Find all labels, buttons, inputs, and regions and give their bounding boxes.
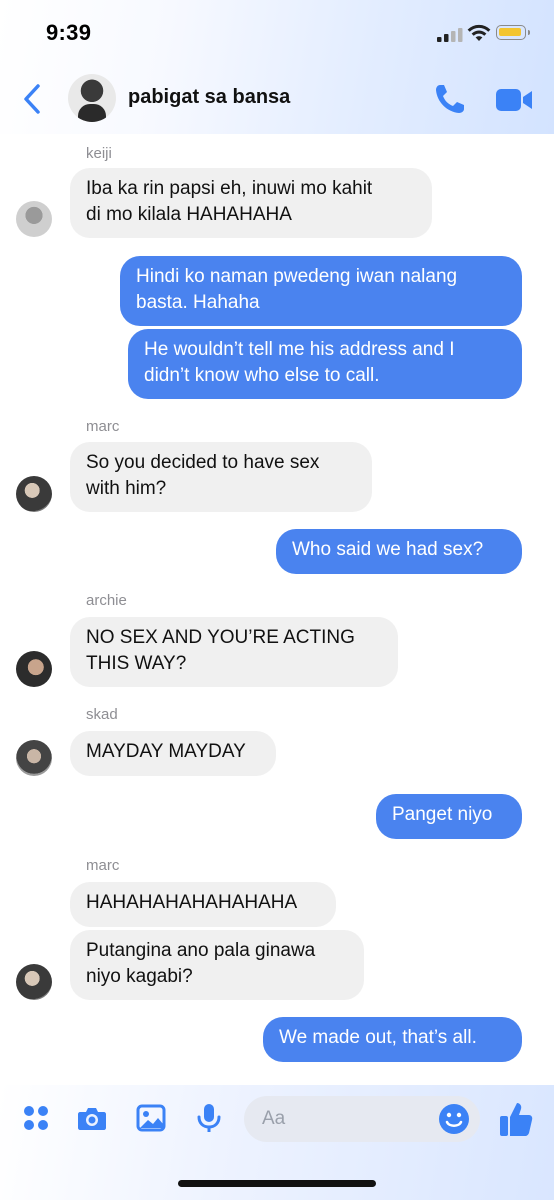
camera-icon[interactable]	[76, 1102, 108, 1134]
message-bubble-outgoing[interactable]: Panget niyo	[376, 794, 522, 839]
message-bubble-outgoing[interactable]: We made out, that’s all.	[263, 1017, 522, 1062]
video-icon[interactable]	[494, 86, 534, 114]
chat-title[interactable]: pabigat sa bansa	[128, 86, 290, 109]
message-bubble-incoming[interactable]: Iba ka rin papsi eh, inuwi mo kahit di m…	[70, 168, 432, 238]
status-time: 9:39	[46, 20, 92, 45]
phone-icon[interactable]	[433, 82, 467, 116]
sender-avatar[interactable]	[16, 740, 52, 776]
sender-avatar[interactable]	[16, 476, 52, 512]
home-indicator	[178, 1180, 376, 1187]
back-icon[interactable]	[20, 82, 46, 116]
image-icon[interactable]	[135, 1102, 167, 1134]
message-bubble-incoming[interactable]: HAHAHAHAHAHAHAHA	[70, 882, 336, 927]
message-bubble-outgoing[interactable]: He wouldn’t tell me his address and I di…	[128, 329, 522, 399]
emoji-icon[interactable]	[438, 1103, 470, 1135]
message-bubble-outgoing[interactable]: Who said we had sex?	[276, 529, 522, 574]
battery-icon	[496, 25, 530, 40]
sender-avatar[interactable]	[16, 201, 52, 237]
sender-avatar[interactable]	[16, 651, 52, 687]
message-bubble-incoming[interactable]: MAYDAY MAYDAY	[70, 731, 276, 776]
sender-avatar[interactable]	[16, 964, 52, 1000]
wifi-icon	[467, 24, 491, 41]
message-bubble-incoming[interactable]: NO SEX AND YOU’RE ACTING THIS WAY?	[70, 617, 398, 687]
message-bubble-incoming[interactable]: Putangina ano pala ginawa niyo kagabi?	[70, 930, 364, 1000]
chat-avatar[interactable]	[68, 74, 116, 122]
cellular-signal-icon	[437, 28, 463, 42]
sender-name: keiji	[86, 145, 112, 162]
message-bubble-incoming[interactable]: So you decided to have sex with him?	[70, 442, 372, 512]
thumbs-up-icon[interactable]	[498, 1100, 534, 1138]
message-bubble-outgoing[interactable]: Hindi ko naman pwedeng iwan nalang basta…	[120, 256, 522, 326]
sender-name: skad	[86, 706, 118, 723]
sender-name: marc	[86, 857, 120, 874]
sender-name: marc	[86, 418, 120, 435]
sender-name: archie	[86, 592, 127, 609]
apps-icon[interactable]	[20, 1102, 52, 1134]
microphone-icon[interactable]	[193, 1102, 225, 1134]
